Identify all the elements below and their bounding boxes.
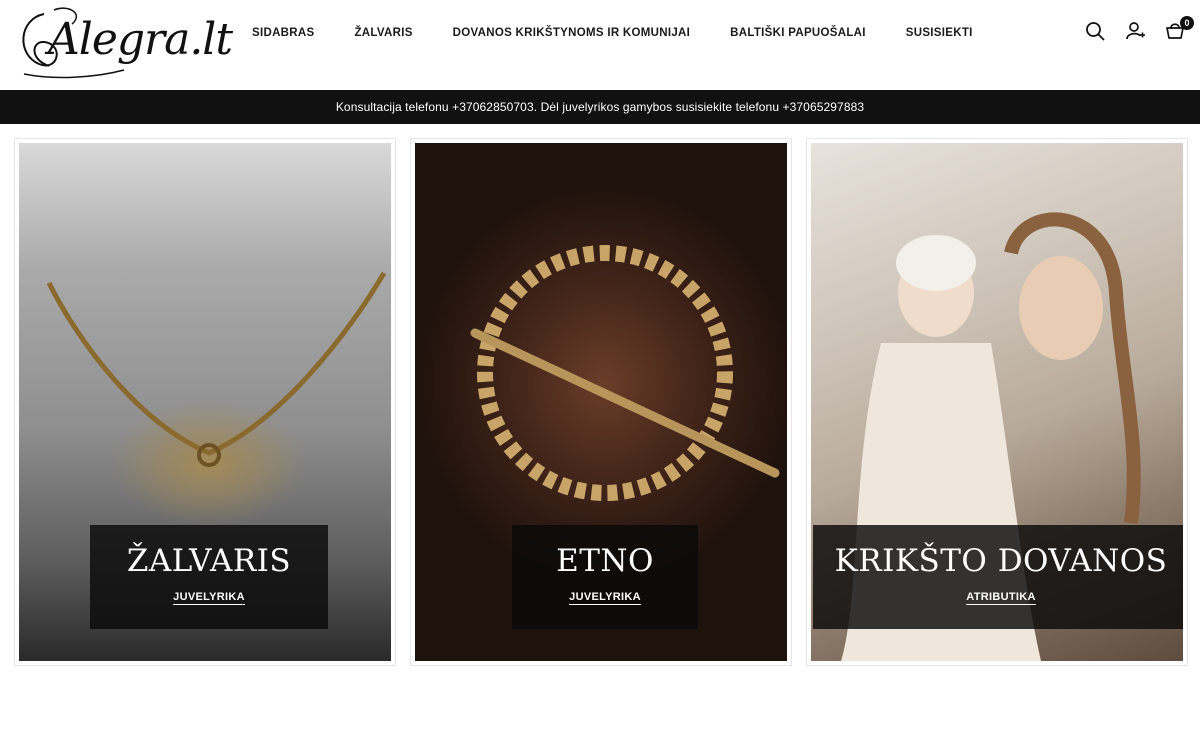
card-subtitle-link[interactable]: JUVELYRIKA xyxy=(173,591,245,605)
logo-text: Alegra.lt xyxy=(48,14,233,65)
card-label-etno: ETNO JUVELYRIKA xyxy=(512,525,698,629)
nav-item-sidabras[interactable]: SIDABRAS xyxy=(232,24,334,42)
cart-icon[interactable]: 0 xyxy=(1164,16,1194,42)
card-title: ETNO xyxy=(556,543,654,579)
logo[interactable]: Alegra.lt xyxy=(14,4,233,82)
nav-item-baltiski[interactable]: BALTIŠKI PAPUOŠALAI xyxy=(710,24,886,42)
nav-item-susisiekti[interactable]: SUSISIEKTI xyxy=(886,24,993,42)
category-card-zalvaris[interactable]: ŽALVARIS JUVELYRIKA xyxy=(14,138,396,666)
header-icons: 0 xyxy=(1084,16,1194,44)
necklace-image: ŽALVARIS JUVELYRIKA xyxy=(19,143,391,661)
nav-item-dovanos[interactable]: DOVANOS KRIKŠTYNOMS IR KOMUNIJAI xyxy=(433,24,710,42)
announcement-bar: Konsultacija telefonu +37062850703. Dėl … xyxy=(0,90,1200,124)
christening-photo: KRIKŠTO DOVANOS ATRIBUTIKA xyxy=(811,143,1183,661)
category-card-etno[interactable]: ETNO JUVELYRIKA xyxy=(410,138,792,666)
account-icon[interactable] xyxy=(1124,20,1146,42)
nav-item-zalvaris[interactable]: ŽALVARIS xyxy=(334,24,432,42)
category-card-krikstas[interactable]: KRIKŠTO DOVANOS ATRIBUTIKA xyxy=(806,138,1188,666)
card-subtitle-link[interactable]: ATRIBUTIKA xyxy=(966,591,1036,605)
card-label-zalvaris: ŽALVARIS JUVELYRIKA xyxy=(90,525,328,629)
cart-count-badge: 0 xyxy=(1180,16,1194,30)
brooch-image: ETNO JUVELYRIKA xyxy=(415,143,787,661)
card-title: ŽALVARIS xyxy=(126,543,292,579)
category-cards: ŽALVARIS JUVELYRIKA ETNO JUVELYRIKA KRIK… xyxy=(0,124,1200,684)
site-header: Alegra.lt SIDABRAS ŽALVARIS DOVANOS KRIK… xyxy=(0,0,1200,90)
card-subtitle-link[interactable]: JUVELYRIKA xyxy=(569,591,641,605)
main-nav: SIDABRAS ŽALVARIS DOVANOS KRIKŠTYNOMS IR… xyxy=(232,24,993,42)
search-icon[interactable] xyxy=(1084,20,1106,42)
card-label-krikstas: KRIKŠTO DOVANOS ATRIBUTIKA xyxy=(813,525,1183,629)
card-title: KRIKŠTO DOVANOS xyxy=(834,543,1168,579)
